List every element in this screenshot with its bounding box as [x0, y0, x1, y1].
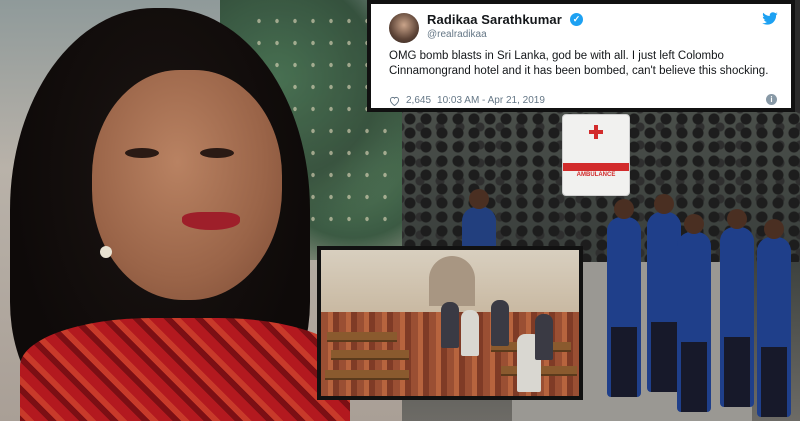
ambulance-label: AMBULANCE — [576, 172, 616, 178]
red-dress — [20, 318, 350, 421]
tweet-meta: 2,645 10:03 AM - Apr 21, 2019 — [389, 95, 545, 106]
church-arch — [429, 256, 475, 306]
face — [92, 70, 282, 300]
left-eye — [125, 148, 159, 158]
police-officer — [757, 219, 791, 417]
tweet-text: OMG bomb blasts in Sri Lanka, god be wit… — [389, 50, 769, 77]
news-collage: AMBULANCE Radikaa Sarathkumar ✓ @realrad… — [0, 0, 800, 421]
officer-head — [469, 189, 489, 209]
pew — [327, 332, 397, 342]
avatar[interactable] — [389, 13, 419, 43]
officer-legs — [681, 342, 707, 412]
person — [441, 302, 459, 348]
officer-legs — [761, 347, 787, 417]
person — [535, 314, 553, 360]
right-eye — [200, 148, 234, 158]
police-officer — [607, 199, 641, 397]
person — [461, 310, 479, 356]
heart-icon[interactable] — [389, 96, 400, 106]
tweet-author-name[interactable]: Radikaa Sarathkumar — [427, 12, 562, 27]
tweet-timestamp[interactable]: 10:03 AM - Apr 21, 2019 — [437, 95, 545, 106]
lips — [182, 212, 240, 230]
officer-head — [727, 209, 747, 229]
person — [491, 300, 509, 346]
police-officer — [720, 209, 754, 407]
officer-head — [654, 194, 674, 214]
church-damage-photo — [317, 246, 583, 400]
officer-legs — [724, 337, 750, 407]
officer-legs — [611, 327, 637, 397]
officer-head — [684, 214, 704, 234]
twitter-bird-icon[interactable] — [761, 12, 779, 26]
like-count: 2,645 — [406, 95, 432, 106]
ambulance-stripe — [563, 163, 629, 171]
police-officer — [647, 194, 681, 392]
earring — [100, 246, 112, 258]
ambulance: AMBULANCE — [562, 114, 630, 196]
police-officer — [677, 214, 711, 412]
officer-legs — [651, 322, 677, 392]
pew — [325, 370, 409, 380]
info-icon[interactable]: i — [766, 94, 777, 105]
red-cross-icon — [589, 125, 603, 139]
tweet-card: Radikaa Sarathkumar ✓ @realradikaa OMG b… — [367, 0, 795, 112]
officer-head — [614, 199, 634, 219]
pew — [331, 350, 409, 360]
officer-head — [764, 219, 784, 239]
tweet-author-handle[interactable]: @realradikaa — [427, 29, 487, 40]
verified-badge-icon: ✓ — [570, 13, 583, 26]
